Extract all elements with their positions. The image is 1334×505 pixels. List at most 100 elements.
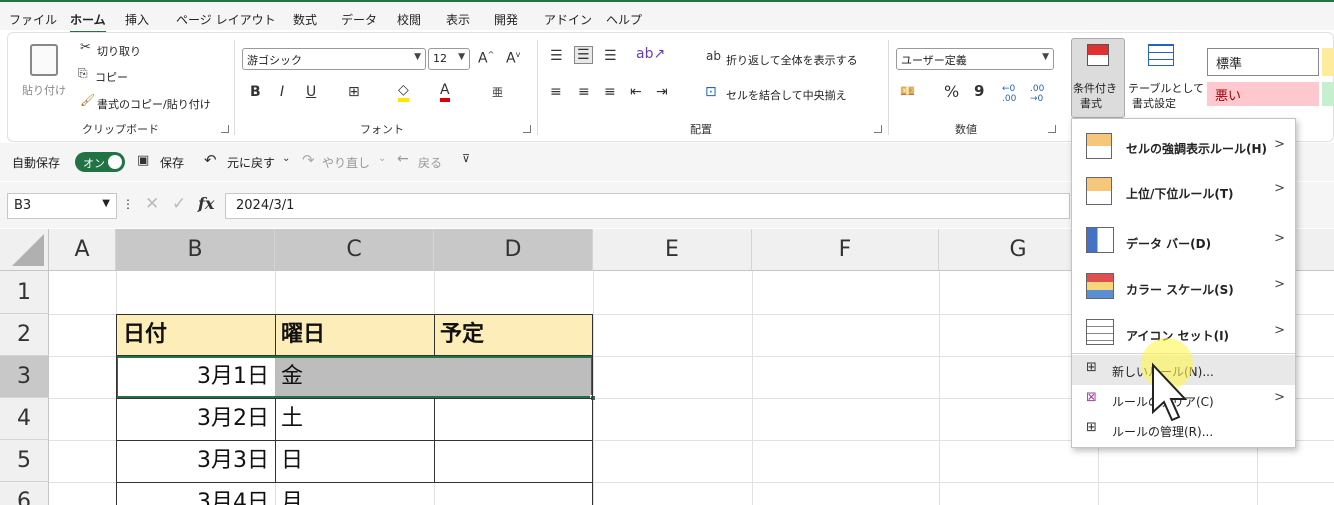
style-bad[interactable]: 悪い: [1207, 82, 1319, 106]
tab-developer[interactable]: 開発: [494, 11, 518, 28]
cell-c3[interactable]: 金: [281, 357, 303, 397]
cell-c5[interactable]: 日: [281, 441, 303, 481]
row-header-5[interactable]: 5: [0, 440, 49, 482]
decrease-indent-icon[interactable]: ⇤: [630, 84, 642, 100]
back-arrow-icon[interactable]: ←: [397, 151, 409, 167]
header-weekday[interactable]: 曜日: [281, 315, 325, 355]
tab-addins[interactable]: アドイン: [544, 11, 592, 28]
grow-font-icon[interactable]: A^: [478, 50, 494, 67]
accounting-icon[interactable]: 💴: [900, 84, 915, 98]
undo-icon[interactable]: ↶: [204, 151, 217, 169]
increase-decimal-icon[interactable]: ←0.00: [1002, 84, 1016, 104]
cell-b3[interactable]: 3月1日: [116, 357, 269, 397]
number-launcher-icon[interactable]: [1048, 125, 1056, 133]
back-button[interactable]: 戻る: [418, 154, 442, 171]
phonetic-icon[interactable]: 亜: [492, 84, 503, 100]
header-plan[interactable]: 予定: [440, 315, 484, 355]
cell-c6[interactable]: 月: [281, 483, 303, 505]
save-button[interactable]: 保存: [160, 154, 184, 171]
function-icon[interactable]: fx: [198, 194, 214, 213]
chevron-down-icon[interactable]: ⌄: [282, 153, 290, 164]
col-header-e[interactable]: E: [593, 229, 752, 271]
cell-b5[interactable]: 3月3日: [116, 441, 269, 481]
col-header-a[interactable]: A: [49, 229, 116, 271]
align-right-icon[interactable]: ≡: [604, 84, 616, 100]
format-painter-button[interactable]: 書式のコピー/貼り付け: [97, 96, 211, 112]
chevron-right-icon: >: [1274, 137, 1285, 152]
row-header-2[interactable]: 2: [0, 314, 49, 356]
merge-center-button[interactable]: セルを結合して中央揃え: [726, 87, 847, 103]
style-neutral[interactable]: [1322, 48, 1334, 76]
tab-insert[interactable]: 挿入: [125, 11, 149, 28]
col-header-c[interactable]: C: [275, 229, 434, 271]
font-name-select[interactable]: 游ゴシック ▼: [242, 48, 426, 70]
font-color-icon[interactable]: A: [440, 82, 450, 102]
redo-button[interactable]: やり直し: [322, 154, 370, 171]
italic-button[interactable]: I: [280, 84, 284, 100]
col-header-b[interactable]: B: [116, 229, 275, 271]
bold-button[interactable]: B: [250, 84, 261, 100]
gridline: [593, 271, 594, 505]
font-launcher-icon[interactable]: [523, 125, 531, 133]
tab-data[interactable]: データ: [341, 11, 377, 28]
tab-page-layout[interactable]: ページ レイアウト: [176, 11, 276, 28]
header-date[interactable]: 日付: [123, 315, 167, 355]
number-format-select[interactable]: ユーザー定義 ▼: [896, 48, 1054, 70]
clipboard-launcher-icon[interactable]: [221, 125, 229, 133]
cancel-icon[interactable]: ✕: [145, 194, 159, 214]
percent-button[interactable]: %: [944, 82, 959, 101]
format-as-table-button[interactable]: テーブルとして: [1128, 80, 1204, 96]
row-header-4[interactable]: 4: [0, 398, 49, 440]
tab-home[interactable]: ホーム: [70, 11, 106, 34]
cell-b6[interactable]: 3月4日: [116, 483, 269, 505]
name-box[interactable]: B3 ▼: [7, 193, 117, 219]
paste-button[interactable]: 貼り付け: [22, 82, 66, 98]
tab-review[interactable]: 校閲: [397, 11, 421, 28]
comma-button[interactable]: 9: [974, 82, 984, 100]
align-middle-icon[interactable]: ☰: [574, 46, 593, 64]
cell-c4[interactable]: 土: [281, 399, 303, 439]
borders-icon[interactable]: ⊞: [348, 84, 360, 100]
chevron-down-icon[interactable]: ⌄: [378, 153, 386, 164]
row-header-1[interactable]: 1: [0, 271, 49, 314]
tab-file[interactable]: ファイル: [9, 11, 57, 28]
alignment-launcher-icon[interactable]: [874, 125, 882, 133]
fill-color-icon[interactable]: ◇: [398, 82, 409, 102]
align-bottom-icon[interactable]: ☰: [604, 48, 617, 64]
tab-view[interactable]: 表示: [446, 11, 470, 28]
cut-button[interactable]: 切り取り: [97, 43, 141, 59]
customize-qat-icon[interactable]: ⊽: [462, 152, 470, 165]
align-left-icon[interactable]: ≡: [550, 84, 562, 100]
menu-item-data-bars[interactable]: データ バー(D) >: [1072, 221, 1295, 261]
formula-input[interactable]: 2024/3/1: [225, 193, 1070, 219]
enter-icon[interactable]: ✓: [172, 194, 186, 214]
cell-b4[interactable]: 3月2日: [116, 399, 269, 439]
align-top-icon[interactable]: ☰: [550, 48, 563, 64]
copy-button[interactable]: コピー: [95, 69, 128, 85]
redo-icon[interactable]: ↷: [302, 151, 315, 169]
row-header-3[interactable]: 3: [0, 356, 49, 398]
style-normal[interactable]: 標準: [1207, 48, 1319, 76]
underline-button[interactable]: U: [306, 84, 316, 100]
row-header-6[interactable]: 6: [0, 482, 49, 505]
wrap-text-button[interactable]: 折り返して全体を表示する: [726, 52, 858, 68]
orientation-icon[interactable]: ab↗: [636, 46, 665, 62]
autosave-toggle[interactable]: オン: [75, 152, 125, 172]
menu-item-color-scales[interactable]: カラー スケール(S) >: [1072, 267, 1295, 307]
save-icon[interactable]: ▣: [137, 153, 149, 168]
menu-item-top-bottom-rules[interactable]: 上位/下位ルール(T) >: [1072, 171, 1295, 211]
decrease-decimal-icon[interactable]: .00 →0: [1030, 84, 1044, 104]
paste-icon[interactable]: [30, 44, 58, 76]
increase-indent-icon[interactable]: ⇥: [656, 84, 668, 100]
shrink-font-icon[interactable]: Av: [506, 50, 520, 67]
col-header-f[interactable]: F: [752, 229, 939, 271]
align-center-icon[interactable]: ≡: [578, 84, 590, 100]
style-good[interactable]: [1322, 82, 1334, 106]
select-all-button[interactable]: [0, 229, 49, 271]
menu-item-highlight-rules[interactable]: セルの強調表示ルール(H) >: [1072, 127, 1295, 167]
undo-button[interactable]: 元に戻す: [227, 154, 275, 171]
tab-help[interactable]: ヘルプ: [606, 11, 642, 28]
font-size-select[interactable]: 12 ▼: [428, 48, 470, 70]
col-header-d[interactable]: D: [434, 229, 593, 271]
tab-formulas[interactable]: 数式: [293, 11, 317, 28]
